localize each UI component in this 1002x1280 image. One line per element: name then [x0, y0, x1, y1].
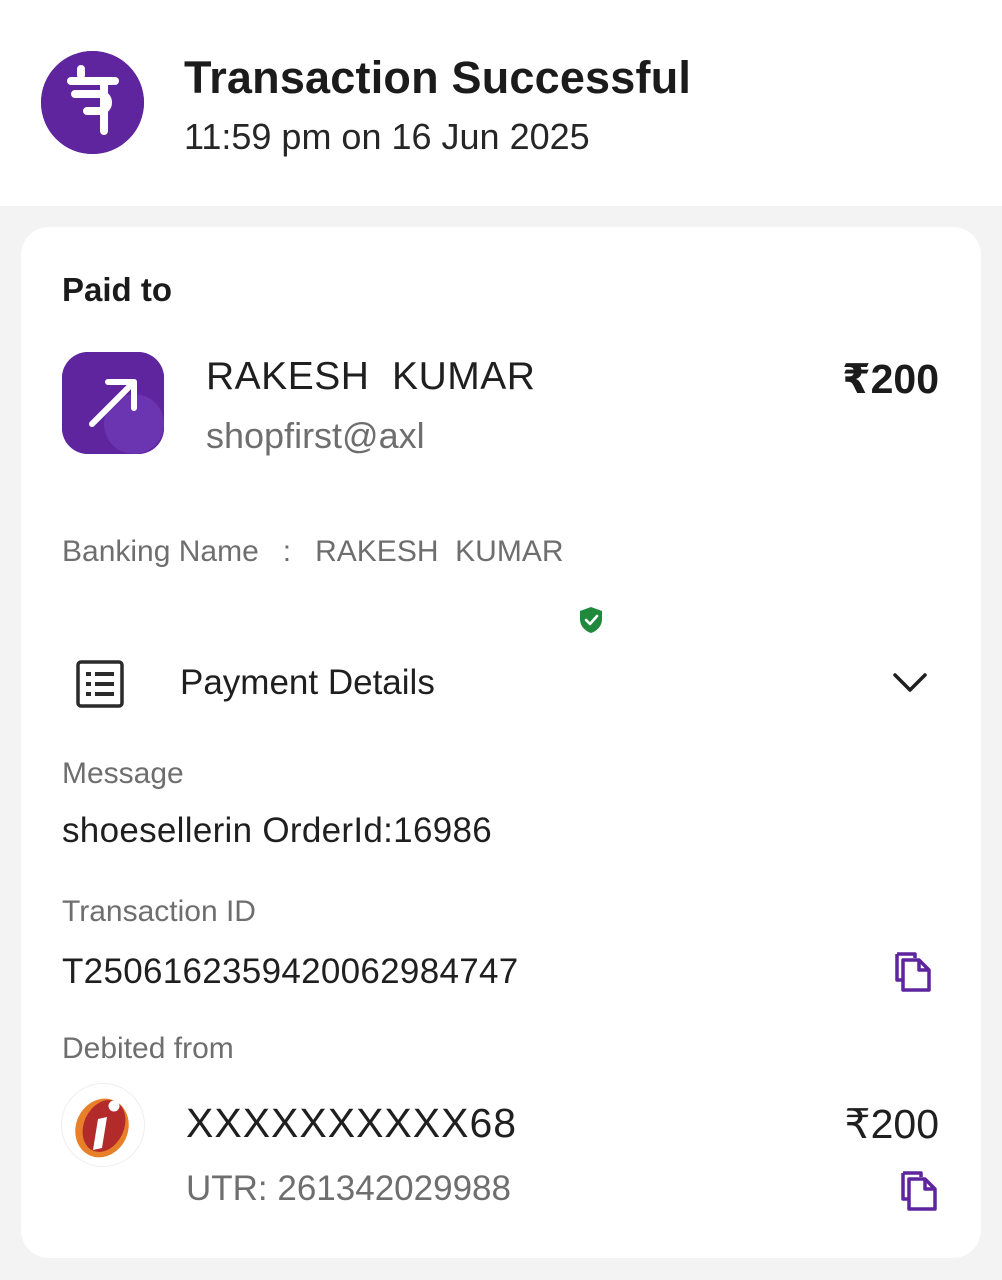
- banking-name-value: RAKESH KUMAR: [315, 535, 564, 568]
- transaction-timestamp: 11:59 pm on 16 Jun 2025: [184, 116, 590, 157]
- payment-details-toggle[interactable]: Payment Details: [21, 637, 981, 729]
- banking-name-row: Banking Name : RAKESH KUMAR: [62, 532, 604, 633]
- status-title: Transaction Successful: [184, 52, 692, 103]
- paid-amount: ₹200: [842, 356, 939, 402]
- banking-name-label: Banking Name: [62, 535, 259, 568]
- message-label: Message: [62, 757, 184, 790]
- chevron-down-icon[interactable]: [891, 669, 929, 697]
- copy-utr-icon[interactable]: [897, 1169, 939, 1213]
- banking-name-separator: :: [282, 535, 292, 568]
- icici-bank-logo-icon: [62, 1084, 144, 1166]
- debit-account-number: XXXXXXXXXX68: [186, 1100, 518, 1146]
- copy-transaction-id-icon[interactable]: [891, 950, 933, 994]
- verified-shield-icon: [578, 538, 604, 633]
- message-value: shoesellerin OrderId:16986: [62, 811, 493, 850]
- transaction-id-label: Transaction ID: [62, 895, 256, 928]
- transaction-card: Paid to RAKESH KUMAR shopfirst@axl ₹200 …: [21, 227, 981, 1258]
- arrow-up-right-icon: [62, 352, 164, 454]
- transaction-id-value: T2506162359420062984747: [62, 952, 519, 991]
- paid-to-label: Paid to: [62, 271, 173, 308]
- payee-name: RAKESH KUMAR: [206, 355, 536, 398]
- debited-amount: ₹200: [844, 1101, 940, 1147]
- payment-details-label: Payment Details: [180, 663, 435, 702]
- debited-from-label: Debited from: [62, 1032, 234, 1065]
- transaction-header: Transaction Successful 11:59 pm on 16 Ju…: [0, 0, 1002, 206]
- phonepe-logo-icon: [41, 51, 144, 154]
- utr-number: UTR: 261342029988: [186, 1169, 511, 1208]
- payee-upi-id: shopfirst@axl: [206, 415, 425, 456]
- receipt-icon: [75, 659, 125, 709]
